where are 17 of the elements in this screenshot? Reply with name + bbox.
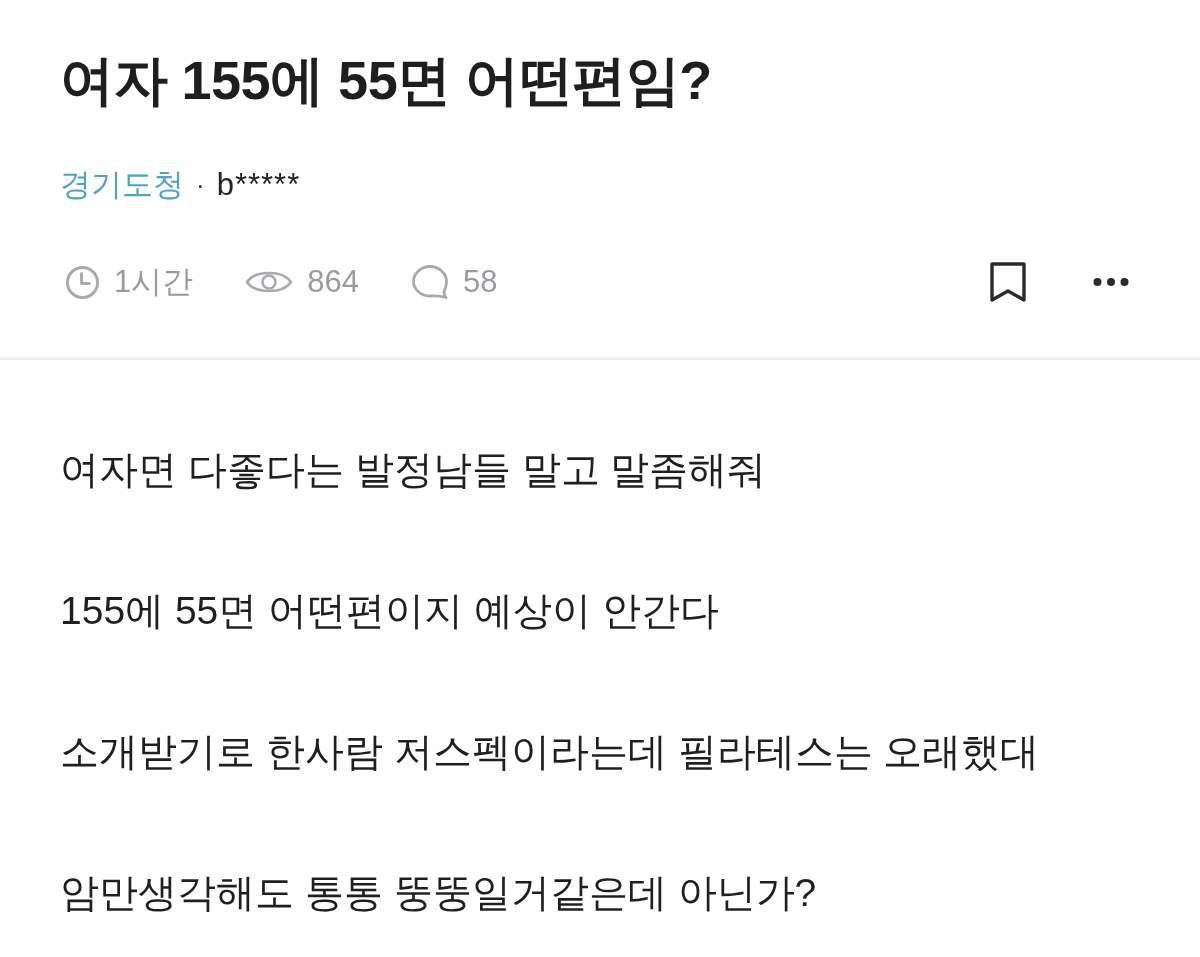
body-paragraph: 여자면 다좋다는 발정남들 말고 말좀해줘: [60, 447, 768, 493]
comment-count: 58: [463, 263, 498, 301]
post-title: 여자 155에 55면 어떤편임?: [60, 49, 713, 112]
bookmark-button[interactable]: [988, 260, 1028, 304]
view-count: 864: [307, 263, 359, 301]
body-paragraph: 암만생각해도 통통 뚱뚱일거같은데 아닌가?: [60, 870, 818, 916]
more-button[interactable]: [1092, 275, 1130, 289]
clock-icon: [65, 264, 100, 300]
bookmark-icon: [989, 261, 1027, 303]
board-link[interactable]: 경기도청: [60, 164, 184, 206]
post-time: 1시간: [114, 263, 194, 301]
author-name: b*****: [216, 167, 301, 203]
body-paragraph: 소개받기로 한사람 저스펙이라는데 필라테스는 오래했대: [60, 729, 1041, 775]
more-dots-icon: [1093, 277, 1129, 287]
speech-bubble-icon: [411, 264, 449, 300]
separator-dot: ·: [196, 169, 205, 201]
body-paragraph: 155에 55면 어떤편이지 예상이 안간다: [60, 588, 720, 634]
